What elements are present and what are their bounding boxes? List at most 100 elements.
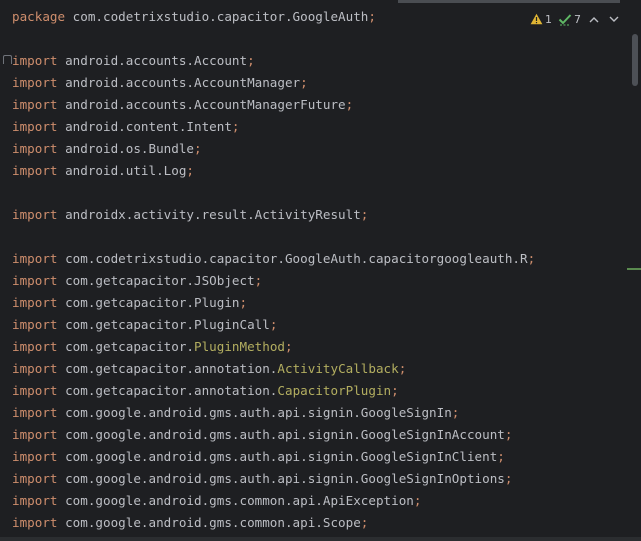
code-line: import com.google.android.gms.common.api… <box>12 512 621 534</box>
keyword: import <box>12 383 58 398</box>
import-path: com.getcapacitor.annotation. <box>65 361 278 376</box>
annotation-name: CapacitorPlugin <box>277 383 392 398</box>
code-line: import android.accounts.AccountManager; <box>12 72 621 94</box>
keyword: import <box>12 251 58 266</box>
semicolon: ; <box>345 97 354 112</box>
semicolon: ; <box>360 207 369 222</box>
keyword: import <box>12 405 58 420</box>
code-line: import com.getcapacitor.PluginCall; <box>12 314 621 336</box>
import-path: com.google.android.gms.auth.api.signin.G… <box>65 427 505 442</box>
import-path: android.accounts.AccountManager <box>65 75 301 90</box>
editor-bottom-edge <box>0 537 641 541</box>
import-path: com.getcapacitor. <box>65 339 194 354</box>
code-line: import com.getcapacitor.PluginMethod; <box>12 336 621 358</box>
warnings-count: 1 <box>545 12 552 26</box>
import-path: android.accounts.Account <box>65 53 248 68</box>
semicolon: ; <box>497 449 505 464</box>
semicolon: ; <box>186 163 195 178</box>
keyword: import <box>12 339 58 354</box>
code-line: import android.content.Intent; <box>12 116 621 138</box>
import-path: android.content.Intent <box>65 119 232 134</box>
keyword: import <box>12 119 58 134</box>
chevron-down-icon <box>609 16 619 22</box>
annotation-name: ActivityCallback <box>277 361 399 376</box>
import-path: com.google.android.gms.common.api.ApiExc… <box>65 493 414 508</box>
keyword: import <box>12 449 58 464</box>
code-line: import androidx.activity.result.Activity… <box>12 204 621 226</box>
import-path: com.getcapacitor.annotation. <box>65 383 278 398</box>
weak-warnings-count: 7 <box>574 12 581 26</box>
keyword: import <box>12 515 58 530</box>
import-path: android.util.Log <box>65 163 187 178</box>
semicolon: ; <box>239 295 248 310</box>
import-path: com.getcapacitor.JSObject <box>65 273 255 288</box>
semicolon: ; <box>504 471 513 486</box>
keyword: import <box>12 273 58 288</box>
semicolon: ; <box>398 361 407 376</box>
code-line: import com.google.android.gms.auth.api.s… <box>12 446 621 468</box>
inspection-widget[interactable]: 1 7 <box>530 9 621 29</box>
semicolon: ; <box>368 9 376 24</box>
semicolon: ; <box>451 405 460 420</box>
code-line: import com.getcapacitor.annotation.Capac… <box>12 380 621 402</box>
import-path: android.accounts.AccountManagerFuture <box>65 97 346 112</box>
code-line: import android.os.Bundle; <box>12 138 621 160</box>
error-stripe-mark[interactable] <box>627 268 641 270</box>
import-path: com.getcapacitor.Plugin <box>65 295 240 310</box>
keyword: import <box>12 471 58 486</box>
import-path: androidx.activity.result.ActivityResult <box>65 207 361 222</box>
warnings-indicator[interactable]: 1 <box>530 13 552 26</box>
check-warning-icon <box>558 13 572 25</box>
previous-highlight-button[interactable] <box>587 12 601 26</box>
keyword: import <box>12 75 58 90</box>
semicolon: ; <box>269 317 278 332</box>
code-line: import com.google.android.gms.auth.api.s… <box>12 468 621 490</box>
import-path: android.os.Bundle <box>65 141 194 156</box>
keyword: import <box>12 317 58 332</box>
code-line: import com.getcapacitor.annotation.Activ… <box>12 358 621 380</box>
code-line: import com.google.android.gms.common.api… <box>12 490 621 512</box>
semicolon: ; <box>285 339 293 354</box>
code-line: import com.google.android.gms.auth.api.s… <box>12 424 621 446</box>
code-line: import android.accounts.AccountManagerFu… <box>12 94 621 116</box>
import-path: com.google.android.gms.auth.api.signin.G… <box>65 449 498 464</box>
import-path: com.getcapacitor.PluginCall <box>65 317 270 332</box>
import-path: com.google.android.gms.auth.api.signin.G… <box>65 471 505 486</box>
keyword: package <box>12 9 66 24</box>
code-line: import com.codetrixstudio.capacitor.Goog… <box>12 248 621 270</box>
semicolon: ; <box>300 75 308 90</box>
warning-triangle-icon <box>530 13 543 25</box>
keyword: import <box>12 163 58 178</box>
import-path: com.codetrixstudio.capacitor.GoogleAuth.… <box>65 251 528 266</box>
keyword: import <box>12 53 58 68</box>
chevron-up-icon <box>589 16 599 22</box>
annotation-name: PluginMethod <box>194 339 285 354</box>
weak-warnings-indicator[interactable]: 7 <box>558 13 581 26</box>
vertical-scrollbar-thumb[interactable] <box>632 34 638 86</box>
semicolon: ; <box>504 427 513 442</box>
semicolon: ; <box>391 383 399 398</box>
fold-icon[interactable] <box>3 55 12 64</box>
keyword: import <box>12 361 58 376</box>
code-lines: package com.codetrixstudio.capacitor.Goo… <box>12 6 621 534</box>
keyword: import <box>12 427 58 442</box>
import-path: com.google.android.gms.common.api.Scope <box>65 515 361 530</box>
semicolon: ; <box>360 515 369 530</box>
semicolon: ; <box>194 141 202 156</box>
semicolon: ; <box>247 53 255 68</box>
import-path: com.google.android.gms.auth.api.signin.G… <box>65 405 452 420</box>
keyword: import <box>12 97 58 112</box>
keyword: import <box>12 141 58 156</box>
semicolon: ; <box>231 119 240 134</box>
code-editor[interactable]: package com.codetrixstudio.capacitor.Goo… <box>0 0 641 541</box>
code-line: import android.util.Log; <box>12 160 621 182</box>
code-line: import com.google.android.gms.auth.api.s… <box>12 402 621 424</box>
next-highlight-button[interactable] <box>607 12 621 26</box>
tab-strip-edge <box>398 0 620 3</box>
semicolon: ; <box>413 493 422 508</box>
keyword: import <box>12 295 58 310</box>
keyword: import <box>12 493 58 508</box>
